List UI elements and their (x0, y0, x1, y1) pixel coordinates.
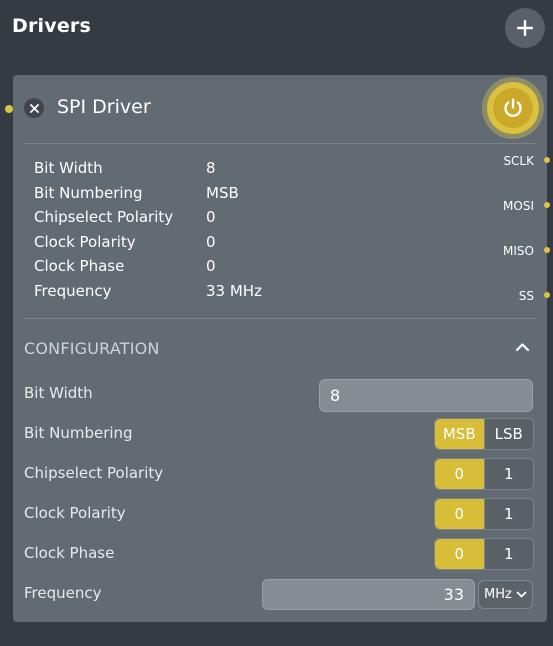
summary-value: 33 MHz (206, 282, 262, 300)
summary-value: 0 (206, 257, 216, 275)
summary-label: Clock Phase (34, 257, 125, 275)
power-icon (504, 98, 522, 117)
port-label-mosi: MOSI (503, 199, 534, 213)
chevron-up-icon[interactable] (515, 342, 530, 352)
summary-value: 8 (206, 159, 216, 177)
port-connector-ss[interactable] (544, 292, 550, 298)
port-connector-sclk[interactable] (544, 157, 550, 163)
summary-label: Frequency (34, 282, 112, 300)
summary-label: Bit Numbering (34, 184, 143, 202)
frequency-unit-select[interactable]: MHz (478, 580, 533, 609)
header: Drivers (0, 0, 553, 60)
frequency-input[interactable] (262, 579, 475, 610)
card-title: SPI Driver (57, 96, 151, 118)
clock-phase-option-1[interactable]: 1 (483, 539, 533, 569)
frequency-unit-value: MHz (484, 587, 512, 602)
summary-value: 0 (206, 233, 216, 251)
port-connector-mosi[interactable] (544, 202, 550, 208)
driver-card: SPI Driver Bit Width 8 Bit Numbering MSB… (13, 75, 550, 622)
bit-numbering-option-msb[interactable]: MSB (435, 419, 484, 449)
clock-phase-option-0[interactable]: 0 (435, 539, 484, 569)
clock-phase-toggle: 0 1 (434, 538, 534, 570)
summary-label: Clock Polarity (34, 233, 136, 251)
clock-polarity-toggle: 0 1 (434, 498, 534, 530)
card-header: SPI Driver (13, 75, 547, 143)
port-label-miso: MISO (503, 244, 534, 258)
chevron-down-icon (516, 591, 527, 598)
port-label-ss: SS (518, 289, 534, 303)
clock-phase-label: Clock Phase (24, 544, 115, 562)
frequency-label: Frequency (24, 584, 102, 602)
power-button[interactable] (487, 82, 539, 134)
bit-width-input[interactable] (319, 379, 533, 412)
divider (24, 143, 536, 144)
divider (24, 318, 536, 319)
input-connector-dot[interactable] (5, 105, 13, 113)
port-label-sclk: SCLK (503, 154, 534, 168)
port-connector-miso[interactable] (544, 247, 550, 253)
bit-numbering-label: Bit Numbering (24, 424, 133, 442)
bit-width-label: Bit Width (24, 384, 93, 402)
chipselect-polarity-toggle: 0 1 (434, 458, 534, 490)
clock-polarity-option-0[interactable]: 0 (435, 499, 484, 529)
summary-label: Chipselect Polarity (34, 208, 174, 226)
summary-value: MSB (206, 184, 239, 202)
page-title: Drivers (12, 15, 92, 37)
bit-numbering-option-lsb[interactable]: LSB (483, 419, 533, 449)
clock-polarity-option-1[interactable]: 1 (483, 499, 533, 529)
summary-label: Bit Width (34, 159, 103, 177)
plus-icon (517, 20, 533, 36)
summary-value: 0 (206, 208, 216, 226)
close-button[interactable] (24, 98, 44, 118)
chipselect-polarity-option-0[interactable]: 0 (435, 459, 484, 489)
close-icon (29, 103, 39, 113)
configuration-heading: CONFIGURATION (24, 339, 160, 358)
bit-numbering-toggle: MSB LSB (434, 418, 534, 450)
chipselect-polarity-label: Chipselect Polarity (24, 464, 164, 482)
add-driver-button[interactable] (505, 8, 545, 48)
chipselect-polarity-option-1[interactable]: 1 (483, 459, 533, 489)
clock-polarity-label: Clock Polarity (24, 504, 126, 522)
